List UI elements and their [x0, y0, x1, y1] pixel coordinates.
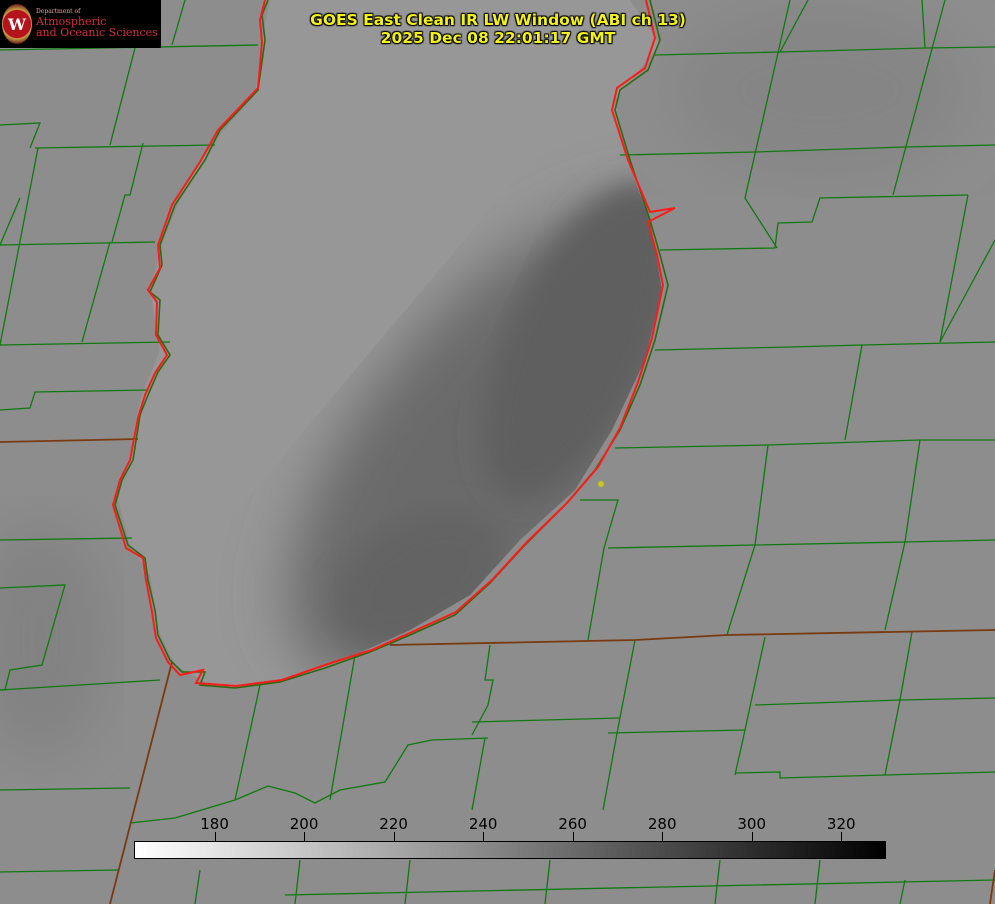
location-marker [598, 481, 604, 487]
uw-aos-logo: W Department of Atmospheric and Oceanic … [0, 0, 161, 48]
logo-line2: and Oceanic Sciences [36, 26, 158, 40]
colorbar-tick-mark [841, 832, 843, 841]
colorbar-tick-mark [662, 832, 664, 841]
image-title: GOES East Clean IR LW Window (ABI ch 13)… [248, 11, 748, 47]
colorbar-tick-mark [393, 832, 395, 841]
colorbar-tick-label: 260 [558, 815, 587, 833]
colorbar-tick-mark [483, 832, 485, 841]
university-seal-icon: W [2, 4, 32, 44]
seal-letter: W [8, 14, 26, 34]
logo-text: Department of Atmospheric and Oceanic Sc… [36, 8, 158, 40]
colorbar-tick-label: 200 [289, 815, 319, 833]
colorbar-tick-label: 220 [379, 815, 408, 833]
colorbar-tick-label: 240 [468, 815, 498, 833]
colorbar-tick-label: 180 [200, 815, 229, 833]
colorbar-tick-mark [572, 832, 574, 841]
colorbar-tick-label: 280 [647, 815, 677, 833]
colorbar-tick-mark [214, 832, 216, 841]
colorbar-tick-mark [751, 832, 753, 841]
colorbar-tick-label: 300 [737, 815, 767, 833]
temperature-colorbar [134, 841, 886, 859]
satellite-map [0, 0, 995, 904]
title-line2: 2025 Dec 08 22:01:17 GMT [380, 29, 616, 47]
colorbar-tick-mark [304, 832, 306, 841]
colorbar-tick-label: 320 [826, 815, 856, 833]
title-line1: GOES East Clean IR LW Window (ABI ch 13) [310, 11, 686, 29]
